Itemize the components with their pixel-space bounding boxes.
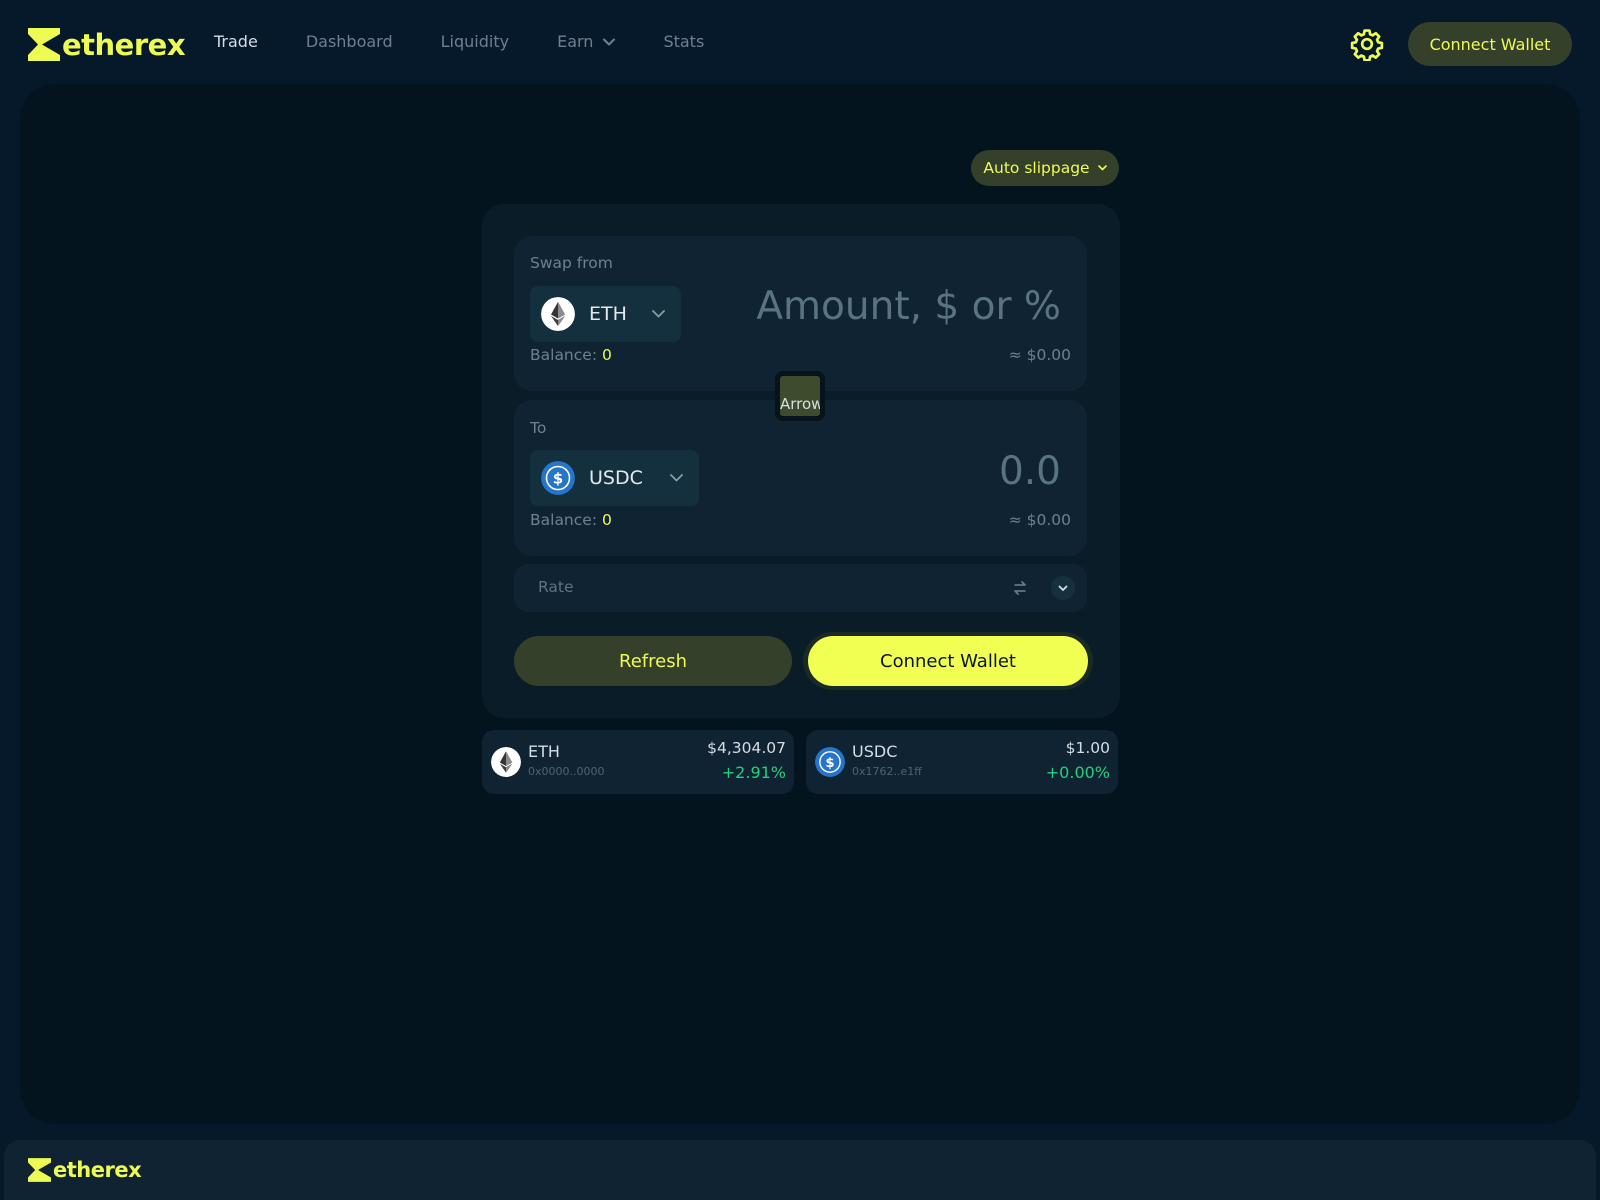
switch-tokens-button[interactable]: Arrow (775, 371, 825, 421)
nav-stats[interactable]: Stats (663, 30, 704, 54)
price-card-address: 0x1762..e1ff (852, 765, 922, 778)
main-nav: Trade Dashboard Liquidity Earn Stats (214, 30, 752, 54)
swap-to-label: To (530, 419, 547, 437)
footer-logo[interactable]: etherex (28, 1158, 142, 1182)
gear-icon[interactable] (1350, 27, 1384, 61)
svg-text:$: $ (553, 470, 563, 488)
brand-name: etherex (62, 27, 186, 62)
to-token-selector[interactable]: $ USDC (530, 450, 699, 506)
auto-slippage-label: Auto slippage (983, 159, 1090, 177)
etherex-logo-icon (28, 28, 60, 61)
to-balance-value: 0 (601, 511, 612, 529)
price-card-symbol: USDC (852, 742, 898, 761)
to-balance-label: Balance: (530, 511, 598, 529)
to-token-symbol: USDC (589, 467, 643, 489)
connect-wallet-button[interactable]: Connect Wallet (808, 636, 1088, 686)
swap-to-panel: To $ USDC 0.0 Balance: 0 ≈ $0.00 (514, 400, 1087, 556)
nav-liquidity-label: Liquidity (440, 32, 510, 51)
rate-expand-button[interactable] (1051, 576, 1075, 600)
arrow-icon: Arrow (780, 376, 820, 416)
price-card-eth[interactable]: ETH 0x0000..0000 $4,304.07 +2.91% (482, 730, 794, 794)
rate-label: Rate (538, 578, 574, 596)
usdc-token-icon: $ (815, 747, 845, 777)
nav-liquidity[interactable]: Liquidity (441, 30, 509, 54)
from-amount-input[interactable]: Amount, $ or % (756, 284, 1061, 329)
top-header: etherex Trade Dashboard Liquidity Earn S… (0, 0, 1600, 86)
from-balance-label: Balance: (530, 346, 598, 364)
chevron-down-icon (1097, 165, 1107, 171)
from-token-selector[interactable]: ETH (530, 286, 681, 342)
arrow-alt-text: Arrow (780, 395, 820, 413)
eth-token-icon (541, 297, 575, 331)
etherex-logo-icon (28, 1158, 51, 1182)
footer: etherex (4, 1140, 1596, 1200)
swap-from-panel: Swap from ETH Amount, $ or % Balance: 0 … (514, 236, 1087, 391)
from-balance-value: 0 (601, 346, 612, 364)
price-card-price: $1.00 (1065, 739, 1110, 757)
nav-dashboard-label: Dashboard (305, 32, 393, 51)
chevron-down-icon (1058, 585, 1068, 591)
chevron-down-icon (652, 310, 665, 318)
usdc-token-icon: $ (541, 461, 575, 495)
nav-trade[interactable]: Trade (214, 30, 258, 54)
to-amount-output: 0.0 (998, 449, 1061, 494)
eth-token-icon (491, 747, 521, 777)
from-usd-value: ≈ $0.00 (1008, 346, 1071, 364)
to-usd-value: ≈ $0.00 (1008, 511, 1071, 529)
connect-wallet-header-label: Connect Wallet (1429, 34, 1551, 54)
brand-logo[interactable]: etherex (28, 27, 186, 62)
connect-wallet-label: Connect Wallet (880, 650, 1016, 672)
from-balance: Balance: 0 (530, 346, 612, 364)
nav-trade-label: Trade (214, 32, 258, 51)
footer-brand-name: etherex (53, 1158, 142, 1182)
chevron-down-icon (603, 38, 616, 46)
connect-wallet-header-button[interactable]: Connect Wallet (1408, 22, 1572, 66)
swap-arrows-icon[interactable] (1012, 581, 1028, 595)
price-card-change: +0.00% (1045, 763, 1110, 782)
swap-from-label: Swap from (530, 254, 613, 272)
refresh-label: Refresh (619, 650, 687, 672)
chevron-down-icon (670, 474, 683, 482)
price-card-address: 0x0000..0000 (528, 765, 605, 778)
auto-slippage-button[interactable]: Auto slippage (971, 150, 1119, 186)
refresh-button[interactable]: Refresh (514, 636, 792, 686)
svg-text:$: $ (825, 756, 834, 771)
rate-row[interactable]: Rate (514, 564, 1087, 612)
to-balance: Balance: 0 (530, 511, 612, 529)
nav-earn-label: Earn (557, 32, 594, 51)
from-token-symbol: ETH (589, 303, 627, 325)
nav-earn[interactable]: Earn (557, 30, 616, 54)
nav-dashboard[interactable]: Dashboard (306, 30, 393, 54)
price-card-usdc[interactable]: $ USDC 0x1762..e1ff $1.00 +0.00% (806, 730, 1118, 794)
nav-stats-label: Stats (663, 32, 705, 51)
price-card-symbol: ETH (528, 742, 560, 761)
price-card-price: $4,304.07 (707, 739, 786, 757)
price-card-change: +2.91% (721, 763, 786, 782)
